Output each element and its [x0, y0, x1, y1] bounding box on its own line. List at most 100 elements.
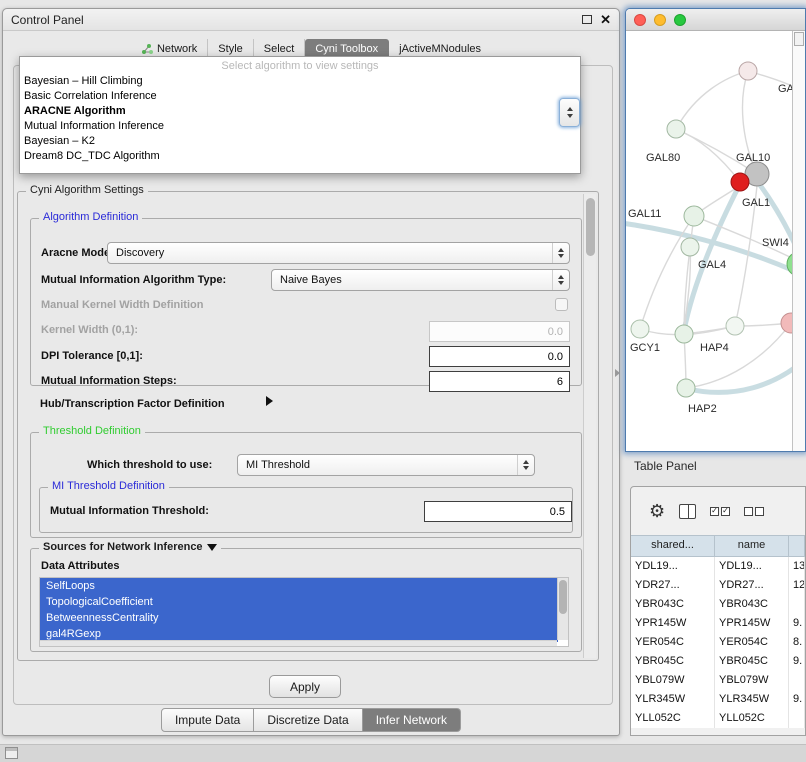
node-table: shared... name YDL19... YDL19... 13 YDR2… — [631, 535, 805, 728]
column-header[interactable]: shared... — [631, 536, 715, 556]
network-node[interactable] — [667, 120, 685, 138]
table-row[interactable]: YPR145W YPR145W 9. — [631, 614, 805, 633]
attribute-item[interactable]: SelfLoops — [40, 578, 558, 594]
mi-steps-field[interactable]: 6 — [429, 371, 570, 392]
table-cell — [789, 671, 805, 690]
tab-select-label: Select — [264, 43, 295, 55]
table-row[interactable]: YBR043C YBR043C — [631, 595, 805, 614]
table-row[interactable]: YDL19... YDL19... 13 — [631, 557, 805, 576]
table-cell: YLR345W — [631, 690, 715, 709]
tab-discretize-data[interactable]: Discretize Data — [254, 708, 362, 732]
stepper-icon — [552, 270, 569, 290]
table-panel-window: ⚙ shared... name YDL19... YDL19... 13 YD… — [630, 486, 806, 736]
dropdown-item[interactable]: Bayesian – Hill Climbing — [20, 74, 580, 89]
table-row[interactable]: YDR27... YDR27... 12 — [631, 576, 805, 595]
network-canvas[interactable]: GAL80 GAL10 GAL11 GAL1 SWI4 GAL4 GCY1 HA… — [626, 31, 794, 452]
network-node-hap2[interactable] — [677, 379, 695, 397]
algorithm-definition-group: Algorithm Definition Aracne Mode: Discov… — [30, 218, 582, 386]
tab-infer-network[interactable]: Infer Network — [363, 708, 461, 732]
mi-type-label: Mutual Information Algorithm Type: — [41, 274, 226, 286]
attribute-item[interactable]: TopologicalCoefficient — [40, 594, 558, 610]
list-horizontal-scrollbar[interactable] — [40, 640, 557, 646]
tab-impute-data[interactable]: Impute Data — [161, 708, 254, 732]
network-node[interactable] — [739, 62, 757, 80]
close-traffic-light[interactable] — [634, 14, 646, 26]
cyni-algorithm-settings-group: Cyni Algorithm Settings Algorithm Defini… — [17, 191, 599, 661]
network-node[interactable] — [726, 317, 744, 335]
kernel-width-field: 0.0 — [429, 321, 570, 342]
dropdown-item[interactable]: Bayesian – K2 — [20, 134, 580, 149]
dpi-tolerance-label: DPI Tolerance [0,1]: — [41, 350, 143, 362]
select-all-icon[interactable] — [710, 507, 730, 516]
mi-type-select[interactable]: Naive Bayes — [271, 269, 570, 291]
dropdown-item-selected[interactable]: ARACNE Algorithm — [20, 104, 580, 119]
expand-arrow-icon[interactable] — [266, 396, 273, 406]
table-row[interactable]: YBL079W YBL079W — [631, 671, 805, 690]
list-vertical-scrollbar[interactable] — [557, 578, 568, 640]
column-browser-icon[interactable] — [679, 504, 696, 519]
network-vertical-scrollbar[interactable] — [792, 31, 805, 451]
tab-impute-data-label: Impute Data — [175, 713, 240, 727]
settings-scrollbar-thumb[interactable] — [586, 198, 595, 256]
network-view-window: GAL80 GAL10 GAL11 GAL1 SWI4 GAL4 GCY1 HA… — [625, 8, 806, 452]
attribute-item[interactable]: BetweennessCentrality — [40, 610, 558, 626]
panel-dock-icon[interactable] — [5, 747, 18, 759]
table-cell: 13 — [789, 557, 805, 576]
mi-steps-value: 6 — [557, 376, 563, 388]
table-row[interactable]: YBR045C YBR045C 9. — [631, 652, 805, 671]
column-header[interactable] — [789, 536, 805, 556]
network-node-gcy1[interactable] — [631, 320, 649, 338]
network-graph[interactable]: GAL80 GAL10 GAL11 GAL1 SWI4 GAL4 GCY1 HA… — [626, 31, 794, 452]
float-window-icon[interactable] — [582, 15, 592, 24]
settings-scrollbar[interactable] — [583, 194, 596, 658]
network-node-gal4[interactable] — [681, 238, 699, 256]
gear-icon[interactable]: ⚙ — [649, 502, 665, 520]
manual-kernel-checkbox[interactable] — [555, 298, 568, 311]
minimize-traffic-light[interactable] — [654, 14, 666, 26]
table-row[interactable]: YLL052C YLL052C — [631, 709, 805, 728]
dropdown-item[interactable]: Dream8 DC_TDC Algorithm — [20, 149, 580, 164]
table-row[interactable]: YLR345W YLR345W 9. — [631, 690, 805, 709]
algorithm-definition-title: Algorithm Definition — [39, 211, 142, 223]
node-label: GAL4 — [698, 259, 726, 271]
threshold-definition-title: Threshold Definition — [39, 425, 145, 437]
dropdown-item[interactable]: Basic Correlation Inference — [20, 89, 580, 104]
network-window-titlebar[interactable] — [626, 9, 805, 31]
node-label: SWI4 — [762, 237, 789, 249]
table-cell: YPR145W — [631, 614, 715, 633]
manual-kernel-label: Manual Kernel Width Definition — [41, 299, 203, 311]
apply-button[interactable]: Apply — [269, 675, 341, 698]
network-node-selected[interactable] — [731, 173, 749, 191]
control-panel-titlebar[interactable]: Control Panel ✕ — [3, 9, 619, 31]
node-label: GAL1 — [742, 197, 770, 209]
mi-threshold-field[interactable]: 0.5 — [424, 501, 572, 522]
column-header[interactable]: name — [715, 536, 789, 556]
table-cell: YLL052C — [631, 709, 715, 728]
table-cell: YDL19... — [715, 557, 789, 576]
panel-resize-handle[interactable] — [615, 369, 620, 377]
dropdown-item[interactable]: Mutual Information Inference — [20, 119, 580, 134]
aracne-mode-select[interactable]: Discovery — [107, 242, 570, 264]
dpi-tolerance-value: 0.0 — [548, 351, 563, 363]
network-node-hap4[interactable] — [675, 325, 693, 343]
network-node-gal11[interactable] — [684, 206, 704, 226]
node-label: GAL80 — [646, 152, 680, 164]
data-attributes-list: SelfLoops TopologicalCoefficient Between… — [39, 577, 569, 647]
control-panel-window: Control Panel ✕ Network Style Select Cyn… — [2, 8, 620, 736]
table-cell: YBR045C — [715, 652, 789, 671]
which-threshold-label: Which threshold to use: — [87, 459, 212, 471]
table-cell: 12 — [789, 576, 805, 595]
table-cell: YLR345W — [715, 690, 789, 709]
mi-threshold-group: MI Threshold Definition Mutual Informati… — [39, 487, 573, 533]
algorithm-combobox-stepper[interactable] — [559, 98, 580, 127]
collapse-arrow-icon[interactable] — [207, 544, 217, 551]
table-row[interactable]: YER054C YER054C 8. — [631, 633, 805, 652]
list-scrollbar-thumb[interactable] — [559, 580, 567, 614]
dpi-tolerance-field[interactable]: 0.0 — [429, 346, 570, 367]
zoom-traffic-light[interactable] — [674, 14, 686, 26]
network-scrollbar-button[interactable] — [794, 32, 804, 46]
which-threshold-select[interactable]: MI Threshold — [237, 454, 535, 476]
table-panel-title: Table Panel — [634, 459, 697, 473]
close-icon[interactable]: ✕ — [600, 13, 611, 26]
deselect-all-icon[interactable] — [744, 507, 764, 516]
